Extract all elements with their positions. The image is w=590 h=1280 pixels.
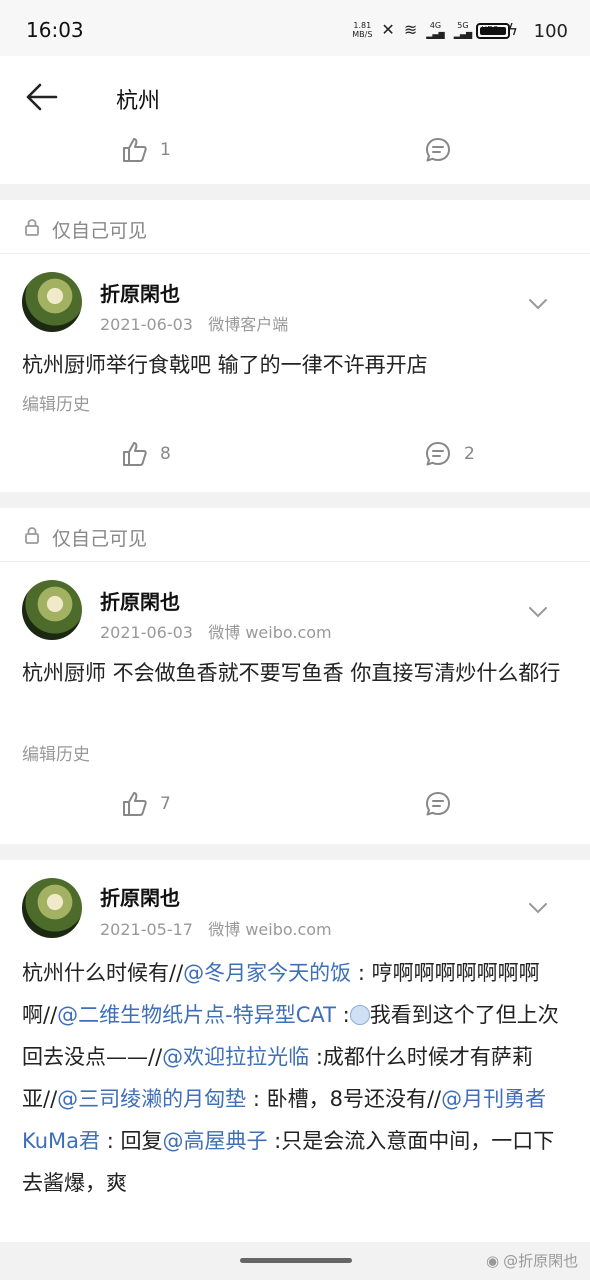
visibility-bar: 仅自己可见 (0, 200, 590, 254)
weibo-logo-icon: ◉ (486, 1251, 500, 1270)
emoji-icon (349, 1005, 370, 1025)
chevron-down-icon[interactable] (528, 298, 548, 310)
signal-5g-icon: 5G ▂▄▆ (453, 20, 473, 39)
back-arrow-icon[interactable] (24, 80, 58, 114)
edit-history-link[interactable]: 编辑历史 (22, 740, 90, 765)
thumbs-up-icon (123, 138, 147, 162)
mute-icon: ✕ (381, 20, 395, 39)
post-text: 杭州厨师 不会做鱼香就不要写鱼香 你直接写清炒什么都行 (22, 661, 561, 685)
comment-icon (426, 792, 450, 816)
post-meta: 2021-06-03 微博 weibo.com (100, 623, 332, 642)
home-indicator[interactable] (240, 1258, 352, 1263)
avatar[interactable] (22, 580, 82, 640)
comment-button[interactable] (424, 790, 452, 818)
author-name[interactable]: 折原閑也 (100, 882, 180, 911)
comment-button[interactable]: 2 (424, 440, 475, 468)
top-bar: 杭州 (0, 56, 590, 138)
post-text: 杭州厨师举行食戟吧 输了的一律不许再开店 (22, 353, 428, 377)
post-card: 折原閑也 2021-06-03 微博客户端 杭州厨师举行食戟吧 输了的一律不许再… (0, 254, 590, 492)
mention-link[interactable]: @欢迎拉拉光临 (162, 1045, 309, 1069)
mention-link[interactable]: @三司绫濑的月匈垫 (57, 1087, 246, 1111)
watermark: ◉ @折原閑也 (486, 1251, 579, 1271)
battery-level: 100 (533, 21, 568, 42)
thumbs-up-icon (123, 792, 147, 816)
edit-history-link[interactable]: 编辑历史 (22, 390, 90, 415)
thumbs-up-icon (123, 442, 147, 466)
like-button[interactable]: 8 (120, 440, 171, 468)
post-text: 杭州什么时候有//@冬月家今天的饭 : 哼啊啊啊啊啊啊啊啊//@二维生物纸片点-… (22, 961, 559, 1195)
chevron-down-icon[interactable] (528, 902, 548, 914)
comment-icon (426, 138, 450, 162)
avatar[interactable] (22, 878, 82, 938)
avatar[interactable] (22, 272, 82, 332)
signal-4g-icon: 4G ▂▄▆ (426, 20, 445, 39)
bottom-bar: ◉ @折原閑也 (0, 1242, 590, 1280)
chevron-down-icon[interactable] (528, 606, 548, 618)
lock-icon (25, 527, 39, 544)
page-title: 杭州 (116, 89, 161, 114)
status-bar: 16:03 1.81 MB/S ✕ ≋ 4G ▂▄▆ 5G ▂▄▆ HD2 ϟ 10… (0, 0, 590, 56)
like-button[interactable]: 1 (120, 136, 171, 164)
author-name[interactable]: 折原閑也 (100, 586, 180, 615)
battery-icon (476, 23, 510, 39)
post-meta: 2021-05-17 微博 weibo.com (100, 920, 332, 939)
visibility-bar: 仅自己可见 (0, 508, 590, 562)
mention-link[interactable]: @二维生物纸片点-特异型CAT (57, 1003, 336, 1027)
net-speed: 1.81 MB/S (352, 20, 373, 39)
comment-icon (426, 442, 450, 466)
visibility-label: 仅自己可见 (52, 528, 148, 550)
post-card: 折原閑也 2021-05-17 微博 weibo.com 杭州什么时候有//@冬… (0, 860, 590, 1242)
post-meta: 2021-06-03 微博客户端 (100, 315, 289, 334)
author-name[interactable]: 折原閑也 (100, 278, 180, 307)
visibility-label: 仅自己可见 (52, 220, 148, 242)
post-card: 折原閑也 2021-06-03 微博 weibo.com 杭州厨师 不会做鱼香就… (0, 562, 590, 844)
lock-icon (25, 219, 39, 236)
comment-button[interactable] (424, 136, 452, 164)
wifi-icon: ≋ (403, 20, 418, 39)
mention-link[interactable]: @冬月家今天的饭 (183, 961, 351, 985)
post-card-partial: 1 (0, 138, 590, 184)
like-button[interactable]: 7 (120, 790, 171, 818)
mention-link[interactable]: @高屋典子 (162, 1129, 267, 1153)
status-time: 16:03 (26, 18, 84, 42)
